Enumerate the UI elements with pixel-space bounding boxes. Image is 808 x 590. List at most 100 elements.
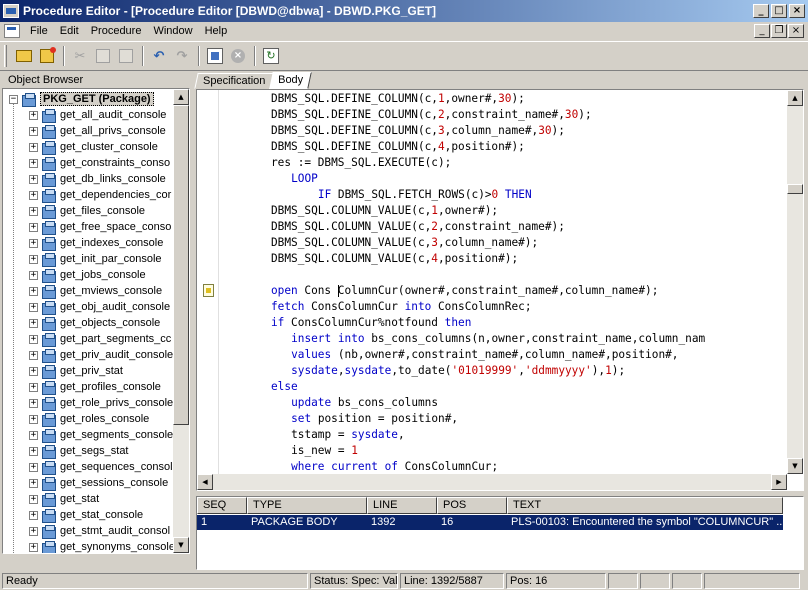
- column-header-text[interactable]: TEXT: [507, 497, 783, 514]
- code-line[interactable]: fetch ConsColumnCur into ConsColumnRec;: [271, 299, 532, 315]
- expand-icon[interactable]: +: [29, 254, 38, 264]
- expand-icon[interactable]: +: [29, 286, 38, 296]
- expand-icon[interactable]: +: [29, 302, 38, 312]
- code-line[interactable]: IF DBMS_SQL.FETCH_ROWS(c)>0 THEN: [318, 187, 532, 203]
- collapse-icon[interactable]: −: [9, 94, 18, 104]
- expand-icon[interactable]: +: [29, 430, 38, 440]
- code-area[interactable]: DBMS_SQL.DEFINE_COLUMN(c,1,owner#,30); DB…: [271, 90, 787, 474]
- tree-item[interactable]: + get_stat: [29, 491, 99, 507]
- tree-item[interactable]: + get_dependencies_cor: [29, 187, 171, 203]
- redo-button[interactable]: ↷: [171, 45, 193, 67]
- expand-icon[interactable]: +: [29, 478, 38, 488]
- tree-item[interactable]: + get_cluster_console: [29, 139, 158, 155]
- tab-body[interactable]: Body: [269, 72, 313, 89]
- editor-vertical-scrollbar[interactable]: ▲ ▼: [787, 90, 803, 474]
- tree-item[interactable]: + get_free_space_conso: [29, 219, 171, 235]
- expand-icon[interactable]: +: [29, 526, 38, 536]
- expand-icon[interactable]: +: [29, 142, 38, 152]
- code-line[interactable]: LOOP: [291, 171, 318, 187]
- maximize-button[interactable]: □: [771, 4, 787, 18]
- undo-button[interactable]: ↶: [148, 45, 170, 67]
- code-line[interactable]: update bs_cons_columns: [291, 395, 438, 411]
- tree-item[interactable]: + get_profiles_console: [29, 379, 161, 395]
- tree-item[interactable]: + get_objects_console: [29, 315, 160, 331]
- mdi-restore-button[interactable]: ❐: [771, 24, 787, 38]
- minimize-button[interactable]: _: [753, 4, 769, 18]
- scroll-left-icon[interactable]: ◀: [197, 474, 213, 490]
- tree-item[interactable]: + get_priv_stat: [29, 363, 123, 379]
- scroll-down-icon[interactable]: ▼: [173, 537, 189, 553]
- scroll-right-icon[interactable]: ▶: [771, 474, 787, 490]
- tree-item[interactable]: + get_synonyms_console: [29, 539, 175, 553]
- expand-icon[interactable]: +: [29, 350, 38, 360]
- tree-item[interactable]: + get_files_console: [29, 203, 145, 219]
- code-line[interactable]: DBMS_SQL.COLUMN_VALUE(c,1,owner#);: [271, 203, 498, 219]
- expand-icon[interactable]: +: [29, 238, 38, 248]
- tab-specification[interactable]: Specification: [194, 73, 275, 89]
- code-line[interactable]: where current of ConsColumnCur;: [291, 459, 498, 474]
- code-line[interactable]: set position = position#,: [291, 411, 458, 427]
- expand-icon[interactable]: +: [29, 190, 38, 200]
- code-line[interactable]: is_new = 1: [291, 443, 358, 459]
- code-line[interactable]: DBMS_SQL.COLUMN_VALUE(c,2,constraint_nam…: [271, 219, 565, 235]
- expand-icon[interactable]: +: [29, 318, 38, 328]
- expand-icon[interactable]: +: [29, 510, 38, 520]
- stop-button[interactable]: ×: [227, 45, 249, 67]
- column-header-pos[interactable]: POS: [437, 497, 507, 514]
- scroll-thumb[interactable]: [173, 105, 189, 425]
- tree-item[interactable]: + get_part_segments_cc: [29, 331, 171, 347]
- menu-window[interactable]: Window: [147, 25, 198, 37]
- tree-item[interactable]: + get_jobs_console: [29, 267, 146, 283]
- tree-item[interactable]: + get_constraints_conso: [29, 155, 170, 171]
- scroll-up-icon[interactable]: ▲: [787, 90, 803, 106]
- mdi-close-button[interactable]: ×: [788, 24, 804, 38]
- tree-item[interactable]: + get_sessions_console: [29, 475, 168, 491]
- object-browser-scrollbar[interactable]: ▲ ▼: [173, 89, 189, 553]
- expand-icon[interactable]: +: [29, 446, 38, 456]
- tree-item[interactable]: + get_obj_audit_console: [29, 299, 170, 315]
- code-line[interactable]: if ConsColumnCur%notfound then: [271, 315, 471, 331]
- close-button[interactable]: ×: [789, 4, 805, 18]
- expand-icon[interactable]: +: [29, 398, 38, 408]
- expand-icon[interactable]: +: [29, 366, 38, 376]
- paste-button[interactable]: [115, 45, 137, 67]
- code-line[interactable]: DBMS_SQL.COLUMN_VALUE(c,4,position#);: [271, 251, 518, 267]
- code-line[interactable]: DBMS_SQL.DEFINE_COLUMN(c,4,position#);: [271, 139, 525, 155]
- expand-icon[interactable]: +: [29, 222, 38, 232]
- tree-item[interactable]: + get_stmt_audit_consol: [29, 523, 170, 539]
- code-line[interactable]: tstamp = sysdate,: [291, 427, 405, 443]
- tree-item[interactable]: + get_segments_console: [29, 427, 173, 443]
- expand-icon[interactable]: +: [29, 494, 38, 504]
- scroll-up-icon[interactable]: ▲: [173, 89, 189, 105]
- code-line[interactable]: DBMS_SQL.DEFINE_COLUMN(c,2,constraint_na…: [271, 107, 592, 123]
- expand-icon[interactable]: +: [29, 270, 38, 280]
- tree-item[interactable]: + get_all_audit_console: [29, 107, 166, 123]
- app-icon[interactable]: [3, 4, 19, 18]
- code-line[interactable]: sysdate,sysdate,to_date('01019999','ddmm…: [291, 363, 625, 379]
- code-editor[interactable]: DBMS_SQL.DEFINE_COLUMN(c,1,owner#,30); DB…: [196, 89, 804, 491]
- copy-button[interactable]: [92, 45, 114, 67]
- size-grip[interactable]: [704, 573, 800, 589]
- tree-item[interactable]: + get_roles_console: [29, 411, 149, 427]
- refresh-button[interactable]: ↻: [260, 45, 282, 67]
- expand-icon[interactable]: +: [29, 382, 38, 392]
- scroll-down-icon[interactable]: ▼: [787, 458, 803, 474]
- document-icon[interactable]: [4, 24, 20, 38]
- tree-item[interactable]: + get_init_par_console: [29, 251, 162, 267]
- column-header-seq[interactable]: SEQ: [197, 497, 247, 514]
- editor-gutter[interactable]: [197, 90, 219, 474]
- expand-icon[interactable]: +: [29, 174, 38, 184]
- new-button[interactable]: [36, 45, 58, 67]
- open-button[interactable]: [13, 45, 35, 67]
- tree-item[interactable]: + get_db_links_console: [29, 171, 166, 187]
- code-line[interactable]: DBMS_SQL.COLUMN_VALUE(c,3,column_name#);: [271, 235, 538, 251]
- tree-item[interactable]: + get_priv_audit_console: [29, 347, 173, 363]
- tree-item[interactable]: + get_role_privs_console: [29, 395, 173, 411]
- code-line[interactable]: res := DBMS_SQL.EXECUTE(c);: [271, 155, 451, 171]
- mdi-minimize-button[interactable]: _: [754, 24, 770, 38]
- message-row[interactable]: 1 PACKAGE BODY 1392 16 PLS-00103: Encoun…: [197, 515, 783, 530]
- code-line[interactable]: DBMS_SQL.DEFINE_COLUMN(c,3,column_name#,…: [271, 123, 565, 139]
- code-line[interactable]: else: [271, 379, 298, 395]
- menu-file[interactable]: File: [24, 25, 54, 37]
- bookmark-icon[interactable]: [203, 284, 214, 297]
